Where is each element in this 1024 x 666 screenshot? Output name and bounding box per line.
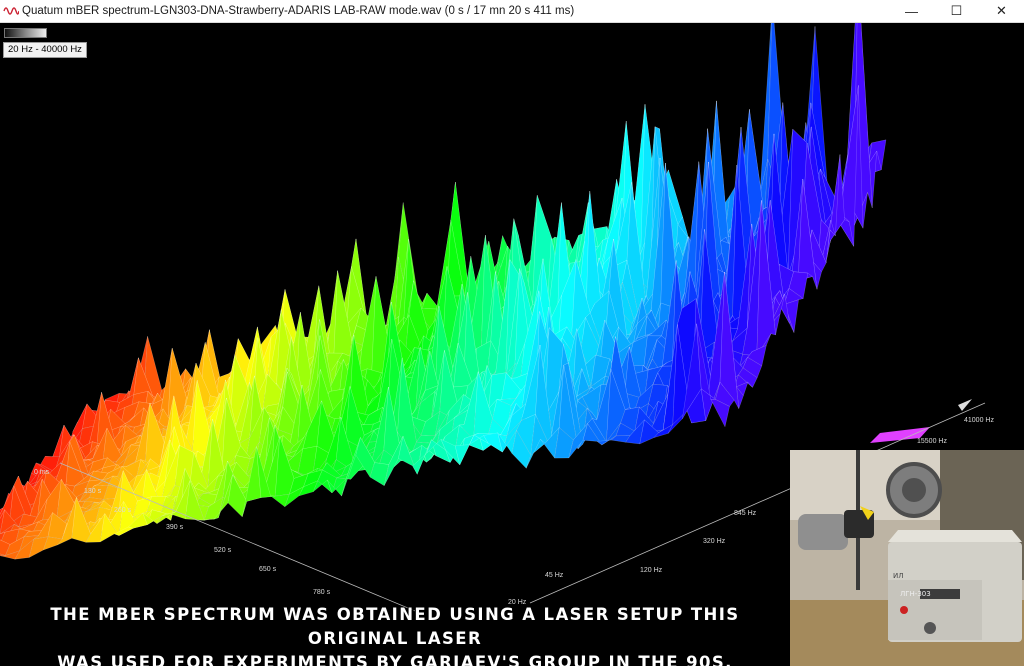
freq-tick-45: 45 Hz	[545, 572, 564, 579]
time-tick-3: 390 s	[166, 524, 184, 531]
maximize-icon: ☐	[950, 3, 963, 18]
time-tick-4: 520 s	[214, 547, 232, 554]
frequency-range-selector[interactable]: 20 Hz - 40000 Hz	[3, 42, 87, 58]
freq-tick-320: 320 Hz	[703, 538, 726, 545]
laser-device-photo: ЛГН-303 ИЛ	[790, 450, 1024, 666]
freq-tick-845: 845 Hz	[734, 510, 757, 517]
freq-tick-41000: 41000 Hz	[964, 417, 994, 424]
intensity-gradient-scale	[4, 28, 47, 38]
close-button[interactable]: ✕	[979, 0, 1024, 22]
maximize-button[interactable]: ☐	[934, 0, 979, 22]
window-title: Quatum mBER spectrum-LGN303-DNA-Strawber…	[22, 5, 575, 17]
time-tick-0: 0 ms	[34, 469, 50, 476]
minimize-button[interactable]: —	[889, 0, 934, 22]
time-tick-2: 260 s	[114, 507, 132, 514]
caption-line-2: was used for experiments by Gariaev's gr…	[57, 653, 733, 666]
overlay-caption: The mBER spectrum was obtained using a l…	[0, 603, 790, 666]
device-mark-label: ИЛ	[893, 572, 904, 580]
title-bar: Quatum mBER spectrum-LGN303-DNA-Strawber…	[0, 0, 1024, 23]
freq-tick-15500: 15500 Hz	[917, 438, 947, 445]
device-brand-label: ЛГН-303	[900, 590, 931, 598]
time-tick-1: 130 s	[84, 488, 102, 495]
time-tick-5: 650 s	[259, 566, 277, 573]
caption-line-1: The mBER spectrum was obtained using a l…	[50, 605, 740, 648]
spectrum-view[interactable]: 0 ms 130 s 260 s 390 s 520 s 650 s 780 s…	[0, 23, 1024, 666]
freq-tick-120: 120 Hz	[640, 567, 663, 574]
waveform-icon	[0, 0, 22, 22]
minimize-icon: —	[905, 3, 918, 19]
time-tick-6: 780 s	[313, 589, 331, 596]
close-icon: ✕	[996, 3, 1007, 18]
